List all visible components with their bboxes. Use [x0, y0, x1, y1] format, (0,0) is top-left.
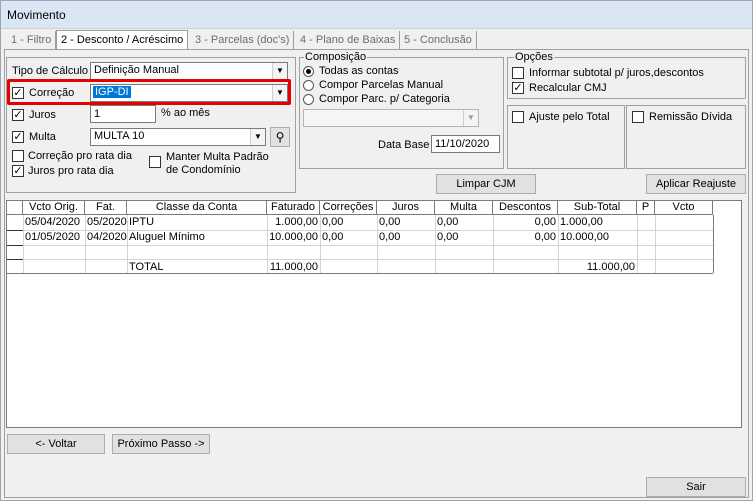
manter-multa-label-1: Manter Multa Padrão	[166, 151, 269, 163]
radio-parc-categoria-label: Compor Parc. p/ Categoria	[319, 93, 450, 105]
juros-pro-rata-label: Juros pro rata dia	[28, 165, 114, 177]
aplicar-reajuste-button[interactable]: Aplicar Reajuste	[646, 174, 746, 194]
radio-parc-categoria[interactable]	[303, 94, 314, 105]
tab-filtro[interactable]: 1 - Filtro	[7, 31, 57, 49]
ajuste-total-label: Ajuste pelo Total	[529, 111, 610, 123]
voltar-button[interactable]: <- Voltar	[7, 434, 105, 454]
col-header-correcoes[interactable]: Correções	[320, 201, 377, 215]
informar-subtotal-label: Informar subtotal p/ juros,descontos	[529, 67, 704, 79]
radio-todas-contas-label: Todas as contas	[319, 65, 399, 77]
table-cell[interactable]: 0,00	[320, 215, 377, 230]
data-base-input[interactable]: 11/10/2020	[431, 135, 500, 153]
categoria-select[interactable]: ▼	[303, 109, 479, 127]
table-cell[interactable]: 0,00	[377, 230, 435, 245]
table-cell[interactable]: 1.000,00	[558, 215, 637, 230]
juros-input[interactable]: 1	[90, 105, 156, 123]
data-base-label: Data Base	[378, 139, 430, 151]
correcao-pro-rata-label: Correção pro rata dia	[28, 150, 132, 162]
table-cell[interactable]: 0,00	[435, 215, 493, 230]
table-cell[interactable]: 10.000,00	[267, 230, 320, 245]
remissao-divida-label: Remissão Dívida	[649, 111, 733, 123]
informar-subtotal-checkbox[interactable]	[512, 67, 524, 79]
total-faturado: 11.000,00	[269, 261, 318, 273]
table-cell[interactable]: 01/05/2020	[23, 230, 85, 245]
tab-parcelas[interactable]: 3 - Parcelas (doc's)	[191, 31, 295, 49]
opcoes-title: Opções	[514, 51, 554, 63]
table-cell[interactable]	[637, 230, 655, 245]
table-cell[interactable]: 0,00	[493, 215, 558, 230]
multa-label: Multa	[29, 131, 56, 143]
remissao-divida-checkbox[interactable]	[632, 111, 644, 123]
table-cell[interactable]: 05/04/2020	[23, 215, 85, 230]
table-cell[interactable]: 0,00	[493, 230, 558, 245]
table-cell[interactable]: 0,00	[320, 230, 377, 245]
table-cell[interactable]: 0,00	[377, 215, 435, 230]
ajuste-total-checkbox[interactable]	[512, 111, 524, 123]
manter-multa-label-2: de Condomínio	[166, 164, 241, 176]
chevron-down-icon[interactable]: ▼	[463, 110, 478, 126]
multa-checkbox[interactable]: ✓	[12, 131, 24, 143]
col-header-descontos[interactable]: Descontos	[493, 201, 558, 215]
highlight-box	[7, 79, 291, 105]
radio-parcelas-manual-label: Compor Parcelas Manual	[319, 79, 444, 91]
tipo-calculo-select[interactable]: Definição Manual ▼	[90, 62, 288, 80]
table-cell[interactable]: 1.000,00	[267, 215, 320, 230]
col-header-juros[interactable]: Juros	[377, 201, 435, 215]
table-cell[interactable]: Aluguel Mínimo	[127, 230, 267, 245]
sair-button[interactable]: Sair	[646, 477, 746, 497]
title-bar: Movimento	[1, 1, 752, 29]
chevron-down-icon[interactable]: ▼	[250, 129, 265, 145]
multa-select[interactable]: MULTA 10 ▼	[90, 128, 266, 146]
table-cell[interactable]	[655, 230, 713, 245]
table-cell[interactable]: 0,00	[435, 230, 493, 245]
table-cell[interactable]: 10.000,00	[558, 230, 637, 245]
table-cell[interactable]: 05/2020	[85, 215, 127, 230]
window-title: Movimento	[7, 8, 66, 22]
recalcular-cmj-checkbox[interactable]: ✓	[512, 82, 524, 94]
composicao-title: Composição	[304, 51, 368, 63]
multa-value: MULTA 10	[94, 130, 145, 142]
binoculars-icon: ⚲	[275, 130, 285, 144]
table-cell[interactable]	[637, 215, 655, 230]
col-header-multa[interactable]: Multa	[435, 201, 493, 215]
col-header-classe[interactable]: Classe da Conta	[127, 201, 267, 215]
total-label: TOTAL	[129, 261, 164, 273]
binoculars-search-button[interactable]: ⚲	[270, 127, 290, 147]
recalcular-cmj-label: Recalcular CMJ	[529, 82, 607, 94]
tipo-calculo-label: Tipo de Cálculo	[12, 65, 89, 77]
tab-desconto-acrescimo[interactable]: 2 - Desconto / Acréscimo	[56, 30, 189, 50]
juros-suffix: % ao mês	[161, 107, 210, 119]
radio-todas-contas[interactable]	[303, 66, 314, 77]
table-cell[interactable]	[655, 215, 713, 230]
table-cell[interactable]: 04/2020	[85, 230, 127, 245]
tab-plano-baixas[interactable]: 4 - Plano de Baixas	[296, 31, 401, 49]
tab-conclusao[interactable]: 5 - Conclusão	[400, 31, 477, 49]
col-header-p[interactable]: P	[637, 201, 655, 215]
manter-multa-checkbox[interactable]	[149, 156, 161, 168]
limpar-cjm-button[interactable]: Limpar CJM	[436, 174, 536, 194]
table-cell[interactable]: IPTU	[127, 215, 267, 230]
col-header-fat[interactable]: Fat.	[85, 201, 127, 215]
correcao-pro-rata-checkbox[interactable]	[12, 150, 24, 162]
total-subtotal: 11.000,00	[586, 261, 635, 273]
parcelas-table[interactable]: Vcto Orig. Fat. Classe da Conta Faturado…	[6, 200, 742, 428]
tipo-calculo-value: Definição Manual	[94, 64, 179, 76]
radio-parcelas-manual[interactable]	[303, 80, 314, 91]
col-header-subtotal[interactable]: Sub-Total	[558, 201, 637, 215]
col-header-faturado[interactable]: Faturado	[267, 201, 320, 215]
juros-pro-rata-checkbox[interactable]: ✓	[12, 165, 24, 177]
proximo-passo-button[interactable]: Próximo Passo ->	[112, 434, 210, 454]
movimento-window: Movimento 1 - Filtro 2 - Desconto / Acré…	[0, 0, 753, 501]
juros-checkbox[interactable]: ✓	[12, 109, 24, 121]
col-header-vcto-orig[interactable]: Vcto Orig.	[23, 201, 85, 215]
juros-label: Juros	[29, 109, 56, 121]
row-indicator-header	[7, 201, 23, 215]
chevron-down-icon[interactable]: ▼	[272, 63, 287, 79]
col-header-vcto[interactable]: Vcto	[655, 201, 713, 215]
